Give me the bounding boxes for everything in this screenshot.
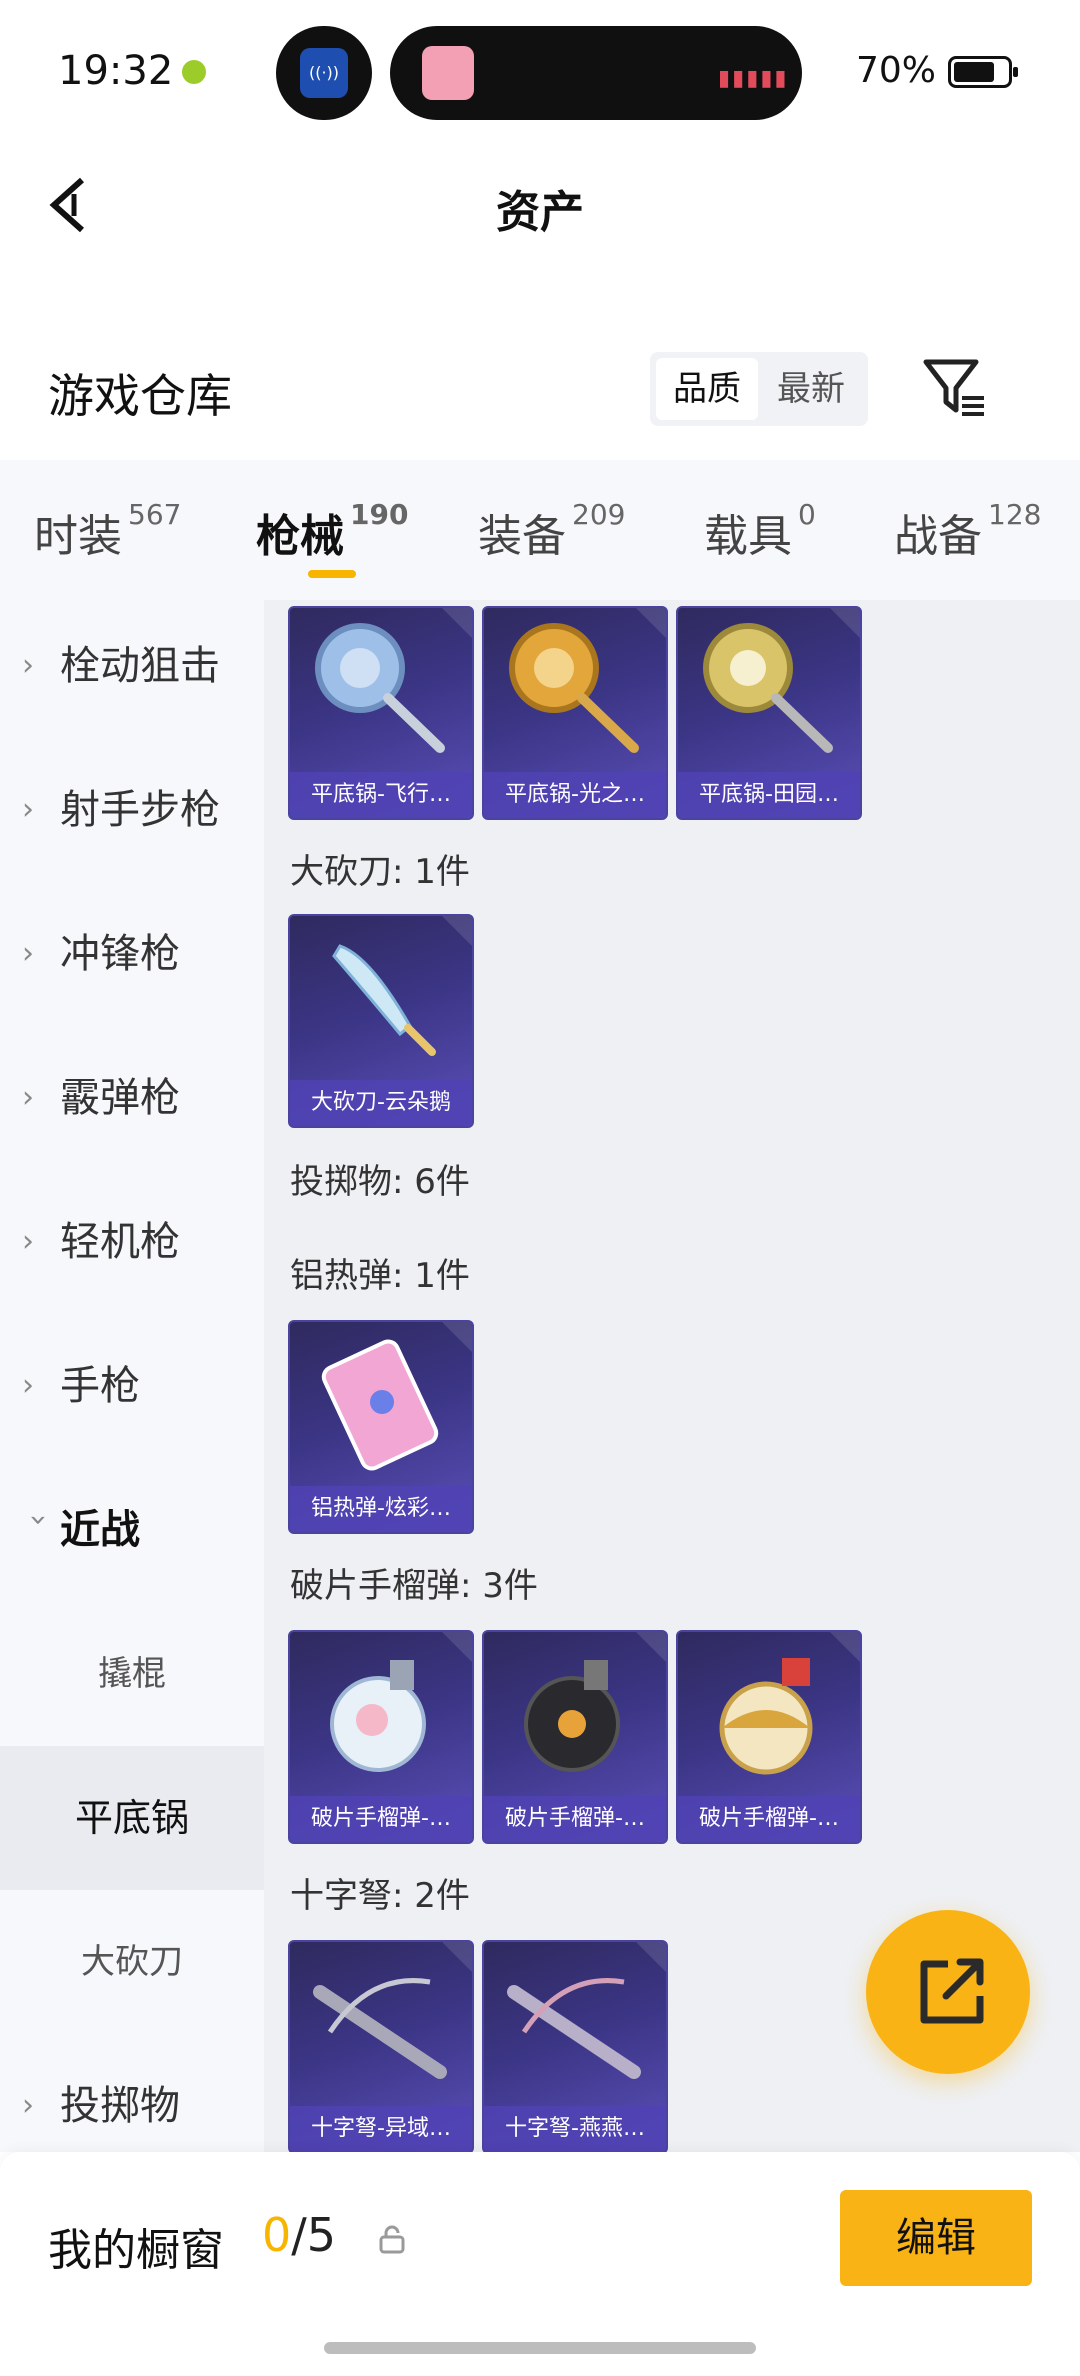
sidebar-item-pistol[interactable]: › 手枪 — [0, 1314, 264, 1458]
item-card-label: 破片手榴弹-… — [290, 1796, 472, 1842]
group-title-throwables: 投掷物: 6件 — [290, 1162, 470, 1202]
group-title-frag: 破片手榴弹: 3件 — [290, 1566, 538, 1606]
sidebar-item-shotgun[interactable]: › 霰弹枪 — [0, 1026, 264, 1170]
tab-weapons[interactable]: 枪械 190 — [256, 498, 408, 564]
chevron-down-icon: › — [21, 1514, 56, 1526]
item-card-label: 平底锅-飞行… — [290, 772, 472, 818]
showcase-title: 我的橱窗 — [48, 2225, 224, 2276]
chevron-right-icon: › — [22, 1080, 34, 1115]
sidebar-sub-machete[interactable]: 大砍刀 — [0, 1890, 264, 2034]
sidebar-sub-crowbar[interactable]: 撬棍 — [0, 1602, 264, 1746]
group-title-crossbow: 十字弩: 2件 — [290, 1876, 470, 1916]
sort-quality-button[interactable]: 品质 — [656, 358, 758, 420]
sidebar-item-bolt-sniper[interactable]: › 栓动狙击 — [0, 600, 264, 738]
sidebar-item-melee[interactable]: › 近战 — [0, 1458, 264, 1602]
sidebar-item-lmg[interactable]: › 轻机枪 — [0, 1170, 264, 1314]
item-card-label: 平底锅-光之… — [484, 772, 666, 818]
item-card-label: 十字弩-异域… — [290, 2106, 472, 2152]
chevron-right-icon: › — [22, 1224, 34, 1259]
page-title: 资产 — [496, 187, 584, 238]
item-card[interactable]: 大砍刀-云朵鹅 — [288, 914, 474, 1128]
sort-toggle: 品质 最新 — [650, 352, 868, 426]
group-title-thermite: 铝热弹: 1件 — [290, 1256, 470, 1296]
item-card-label: 破片手榴弹-… — [484, 1796, 666, 1842]
item-card[interactable]: 铝热弹-炫彩… — [288, 1320, 474, 1534]
tab-vehicles[interactable]: 载具 0 — [704, 498, 816, 564]
nav-header: 资产 — [0, 140, 1080, 270]
filter-icon[interactable] — [920, 352, 990, 422]
item-card[interactable]: 平底锅-光之… — [482, 606, 668, 820]
share-external-icon — [920, 1958, 984, 2024]
item-card[interactable]: 十字弩-燕燕… — [482, 1940, 668, 2152]
chevron-right-icon: › — [22, 936, 34, 971]
chevron-right-icon: › — [22, 648, 34, 683]
showcase-bar: 我的橱窗 0/5 编辑 — [0, 2152, 1080, 2376]
app-notification-icon — [182, 60, 206, 84]
item-card-label: 大砍刀-云朵鹅 — [290, 1080, 472, 1126]
status-time: 19:32 — [58, 48, 174, 94]
tab-equipment[interactable]: 装备 209 — [478, 498, 625, 564]
chevron-right-icon: › — [22, 2088, 34, 2123]
item-card[interactable]: 破片手榴弹-… — [482, 1630, 668, 1844]
audio-wave-icon: ▮▮▮▮▮ — [718, 66, 789, 91]
item-card-label: 破片手榴弹-… — [678, 1796, 860, 1842]
sidebar: › 栓动狙击 › 射手步枪 › 冲锋枪 › 霰弹枪 › 轻机枪 › 手枪 › 近… — [0, 600, 264, 2152]
sidebar-item-throwables[interactable]: › 投掷物 — [0, 2034, 264, 2152]
item-card-label: 平底锅-田园… — [678, 772, 860, 818]
home-indicator[interactable] — [324, 2342, 756, 2354]
category-tabs: 时装 567 枪械 190 装备 209 载具 0 战备 128 — [0, 460, 1080, 600]
share-button[interactable] — [866, 1910, 1030, 2074]
item-card-label: 十字弩-燕燕… — [484, 2106, 666, 2152]
item-card[interactable]: 破片手榴弹-… — [676, 1630, 862, 1844]
warehouse-bar: 游戏仓库 品质 最新 — [0, 330, 1080, 460]
item-card[interactable]: 平底锅-飞行… — [288, 606, 474, 820]
media-thumbnail — [422, 46, 474, 100]
group-title-machete: 大砍刀: 1件 — [290, 852, 470, 892]
sidebar-sub-pan[interactable]: 平底锅 — [0, 1746, 264, 1890]
edit-button[interactable]: 编辑 — [840, 2190, 1032, 2286]
item-card-label: 铝热弹-炫彩… — [290, 1486, 472, 1532]
dynamic-island-media[interactable]: ▮▮▮▮▮ — [390, 26, 802, 120]
item-card[interactable]: 平底锅-田园… — [676, 606, 862, 820]
chevron-right-icon: › — [22, 792, 34, 827]
battery-icon — [948, 56, 1018, 88]
chevron-right-icon: › — [22, 1368, 34, 1403]
sort-newest-button[interactable]: 最新 — [760, 358, 862, 420]
item-card[interactable]: 十字弩-异域… — [288, 1940, 474, 2152]
status-bar: 19:32 ((·)) ▮▮▮▮▮ 70% — [0, 0, 1080, 140]
sidebar-item-marksman-rifle[interactable]: › 射手步枪 — [0, 738, 264, 882]
lock-icon — [379, 2225, 405, 2254]
tab-supplies[interactable]: 战备 128 — [894, 498, 1041, 564]
active-tab-indicator — [308, 570, 356, 578]
item-card[interactable]: 破片手榴弹-… — [288, 1630, 474, 1844]
warehouse-title: 游戏仓库 — [48, 369, 232, 423]
showcase-count: 0/5 — [262, 2208, 337, 2262]
dynamic-island-left[interactable]: ((·)) — [276, 26, 372, 120]
sidebar-item-smg[interactable]: › 冲锋枪 — [0, 882, 264, 1026]
broadcast-icon: ((·)) — [300, 48, 348, 98]
tab-outfits[interactable]: 时装 567 — [34, 498, 181, 564]
battery-percent: 70% — [856, 50, 937, 91]
